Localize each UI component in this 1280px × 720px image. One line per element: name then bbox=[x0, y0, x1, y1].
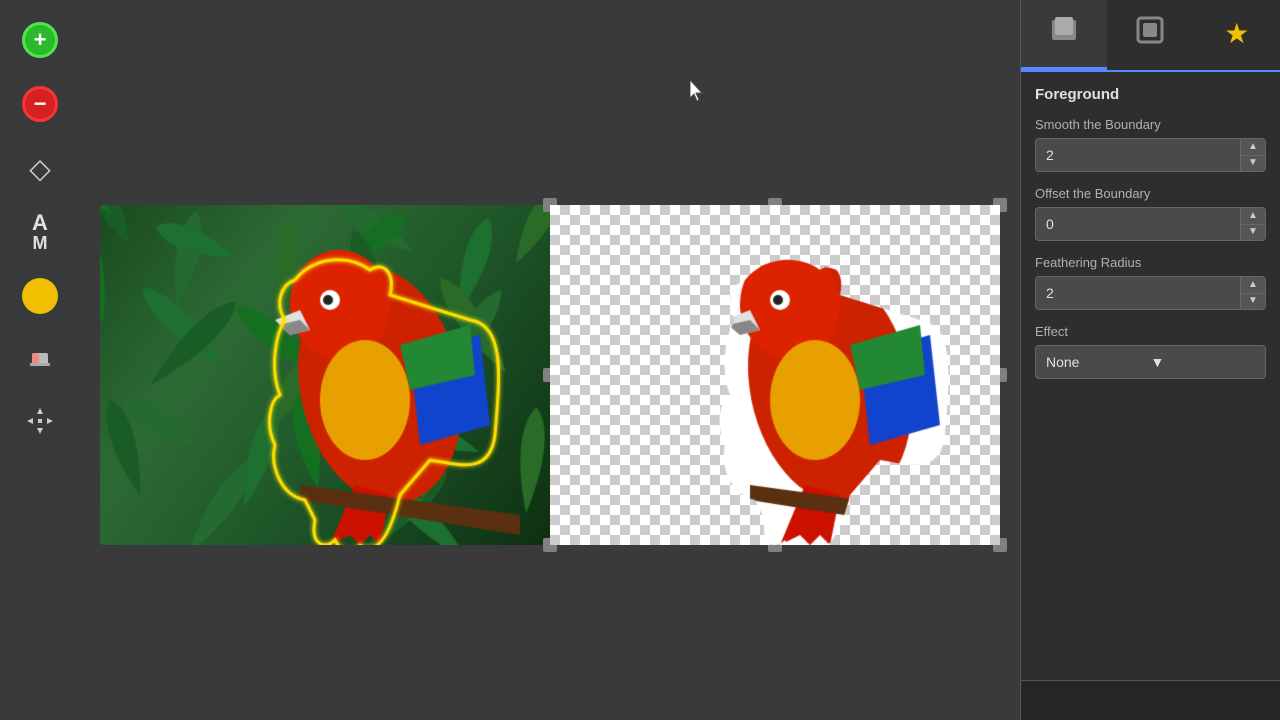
text-tool-button[interactable]: A M bbox=[10, 202, 70, 262]
cursor bbox=[690, 80, 706, 104]
panel-tabs: ★ bbox=[1021, 0, 1280, 72]
remove-icon: − bbox=[22, 86, 58, 122]
images-container bbox=[100, 205, 1000, 545]
smooth-boundary-down[interactable]: ▼ bbox=[1241, 156, 1265, 172]
source-image[interactable] bbox=[100, 205, 550, 545]
right-panel: ★ Foreground Smooth the Boundary ▲ ▼ Off… bbox=[1020, 0, 1280, 720]
move-tool-button[interactable] bbox=[10, 394, 70, 454]
eraser-tool-button[interactable]: ◇ bbox=[10, 138, 70, 198]
result-image[interactable] bbox=[550, 205, 1000, 545]
eraser-icon: ◇ bbox=[29, 152, 51, 185]
feathering-radius-input[interactable] bbox=[1035, 276, 1240, 310]
effect-value: None bbox=[1046, 354, 1151, 370]
panel-bottom bbox=[1021, 680, 1280, 720]
smooth-boundary-spinner: ▲ ▼ bbox=[1240, 138, 1266, 172]
toolbar: + − ◇ A M bbox=[0, 0, 80, 720]
effect-dropdown-arrow: ▼ bbox=[1151, 354, 1256, 370]
panel-content: Foreground Smooth the Boundary ▲ ▼ Offse… bbox=[1021, 72, 1280, 680]
star-icon: ★ bbox=[1224, 17, 1249, 50]
feathering-radius-label: Feathering Radius bbox=[1035, 255, 1266, 270]
feathering-radius-field: ▲ ▼ bbox=[1035, 276, 1266, 310]
result-image-wrapper bbox=[550, 205, 1000, 545]
feathering-radius-spinner: ▲ ▼ bbox=[1240, 276, 1266, 310]
section-foreground: Foreground bbox=[1035, 86, 1266, 103]
color-swatch-icon bbox=[22, 278, 58, 314]
tab-layers[interactable] bbox=[1021, 0, 1107, 70]
mask-icon bbox=[1134, 14, 1166, 53]
tab-mask[interactable] bbox=[1107, 0, 1193, 70]
offset-boundary-field: ▲ ▼ bbox=[1035, 207, 1266, 241]
move-icon bbox=[25, 406, 55, 443]
offset-boundary-up[interactable]: ▲ bbox=[1241, 208, 1265, 225]
smooth-boundary-input[interactable] bbox=[1035, 138, 1240, 172]
add-tool-button[interactable]: + bbox=[10, 10, 70, 70]
eraser2-icon bbox=[26, 343, 54, 378]
offset-boundary-down[interactable]: ▼ bbox=[1241, 225, 1265, 241]
offset-boundary-spinner: ▲ ▼ bbox=[1240, 207, 1266, 241]
eraser2-tool-button[interactable] bbox=[10, 330, 70, 390]
effect-label: Effect bbox=[1035, 324, 1266, 339]
offset-boundary-label: Offset the Boundary bbox=[1035, 186, 1266, 201]
smooth-boundary-label: Smooth the Boundary bbox=[1035, 117, 1266, 132]
add-icon: + bbox=[22, 22, 58, 58]
smooth-boundary-up[interactable]: ▲ bbox=[1241, 139, 1265, 156]
tab-effects[interactable]: ★ bbox=[1194, 0, 1280, 70]
layers-icon bbox=[1048, 14, 1080, 53]
canvas-area[interactable] bbox=[80, 0, 1020, 720]
feathering-radius-down[interactable]: ▼ bbox=[1241, 294, 1265, 310]
color-tool-button[interactable] bbox=[10, 266, 70, 326]
smooth-boundary-field: ▲ ▼ bbox=[1035, 138, 1266, 172]
feathering-radius-up[interactable]: ▲ bbox=[1241, 277, 1265, 294]
remove-tool-button[interactable]: − bbox=[10, 74, 70, 134]
effect-dropdown[interactable]: None ▼ bbox=[1035, 345, 1266, 379]
offset-boundary-input[interactable] bbox=[1035, 207, 1240, 241]
am-icon: A M bbox=[32, 212, 48, 252]
